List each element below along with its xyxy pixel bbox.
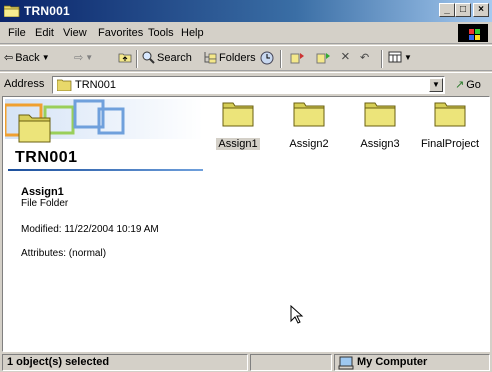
- folder-item-finalproject[interactable]: FinalProject: [415, 101, 485, 150]
- folder-icon: [434, 102, 466, 127]
- menu-tools[interactable]: Tools: [148, 27, 174, 39]
- modified-date: Modified: 11/22/2004 10:19 AM: [21, 224, 159, 235]
- folder-item-label: Assign3: [360, 138, 400, 150]
- folder-icon: [222, 102, 254, 127]
- selected-name: Assign1: [21, 186, 64, 198]
- status-zone-label: My Computer: [357, 356, 428, 368]
- address-value: TRN001: [75, 79, 116, 91]
- menu-view[interactable]: View: [63, 27, 87, 39]
- back-button[interactable]: ⇦ Back ▼: [4, 51, 50, 65]
- folders-button[interactable]: Folders: [203, 51, 256, 64]
- go-button[interactable]: ↗ Go: [455, 78, 481, 92]
- views-icon: [388, 51, 402, 63]
- menu-edit[interactable]: Edit: [35, 27, 54, 39]
- title-bar[interactable]: TRN001 _ □ ×: [0, 0, 492, 22]
- close-button[interactable]: ×: [473, 3, 489, 17]
- address-input[interactable]: TRN001 ▼: [52, 76, 445, 94]
- history-icon: [260, 51, 274, 65]
- back-arrow-icon: ⇦: [4, 52, 14, 64]
- back-label: Back: [15, 51, 40, 64]
- move-to-icon: [290, 53, 304, 64]
- go-label: Go: [466, 78, 481, 91]
- folder-item-label: Assign2: [289, 138, 329, 150]
- copy-to-button[interactable]: [316, 51, 332, 65]
- attributes-text: Attributes: (normal): [21, 248, 107, 259]
- folder-up-icon: [118, 53, 132, 63]
- my-computer-icon: [338, 356, 354, 370]
- undo-icon: ↶: [360, 52, 370, 64]
- toolbar-separator: [136, 50, 138, 68]
- folder-icon: [364, 102, 396, 127]
- folder-item-label: Assign1: [216, 138, 260, 150]
- folder-item-assign2[interactable]: Assign2: [274, 101, 344, 150]
- folder-icon: [4, 5, 20, 17]
- menu-bar: File Edit View Favorites Tools Help: [0, 22, 492, 44]
- search-icon: [142, 51, 155, 64]
- window-title: TRN001: [24, 4, 70, 18]
- views-button[interactable]: ▼: [388, 51, 412, 63]
- menu-favorites[interactable]: Favorites: [98, 27, 143, 39]
- folder-item-assign1[interactable]: Assign1: [203, 101, 273, 150]
- address-bar: Address TRN001 ▼ ↗ Go: [0, 72, 492, 96]
- status-bar: 1 object(s) selected My Computer: [0, 353, 492, 372]
- folders-label: Folders: [219, 51, 256, 64]
- folder-icon: [293, 102, 325, 127]
- copy-to-icon: [316, 53, 330, 64]
- up-button[interactable]: [118, 51, 132, 63]
- folders-tree-icon: [204, 52, 217, 64]
- search-button[interactable]: Search: [142, 51, 192, 64]
- go-arrow-icon: ↗: [455, 79, 465, 91]
- explorer-window: TRN001 _ □ × File Edit View Favorites To…: [0, 0, 492, 372]
- folder-heading: TRN001: [15, 149, 78, 166]
- menu-help[interactable]: Help: [181, 27, 204, 39]
- chevron-down-icon: ▼: [404, 52, 412, 62]
- toolbar-separator: [381, 50, 383, 68]
- chevron-down-icon: ▼: [432, 80, 440, 89]
- status-zone: My Computer: [334, 354, 490, 371]
- move-to-button[interactable]: [290, 51, 306, 65]
- forward-button[interactable]: ⇨ ▼: [74, 51, 93, 64]
- banner-divider: [8, 169, 203, 171]
- undo-button[interactable]: ↶: [360, 51, 369, 64]
- minimize-button[interactable]: _: [439, 3, 455, 17]
- address-label: Address: [4, 78, 45, 90]
- status-empty-panel: [250, 354, 332, 371]
- folder-item-label: FinalProject: [420, 138, 480, 150]
- delete-icon: ×: [341, 48, 350, 65]
- search-label: Search: [157, 51, 192, 64]
- folder-icon: [57, 79, 72, 91]
- forward-arrow-icon: ⇨: [74, 52, 84, 64]
- windows-logo-icon: [458, 24, 488, 42]
- folder-item-assign3[interactable]: Assign3: [345, 101, 415, 150]
- toolbar: ⇦ Back ▼ ⇨ ▼ Search Folders × ↶ ▼: [0, 45, 492, 71]
- mouse-cursor-icon: [290, 305, 304, 324]
- menu-file[interactable]: File: [8, 27, 26, 39]
- maximize-button[interactable]: □: [455, 3, 471, 17]
- chevron-down-icon: ▼: [41, 53, 50, 62]
- delete-button[interactable]: ×: [341, 48, 350, 65]
- selection-details: Assign1 File Folder Modified: 11/22/2004…: [21, 186, 159, 260]
- selected-type: File Folder: [21, 198, 69, 209]
- toolbar-separator: [280, 50, 282, 68]
- history-button[interactable]: [260, 51, 274, 65]
- chevron-down-icon: ▼: [85, 53, 94, 62]
- status-selection: 1 object(s) selected: [2, 354, 248, 371]
- address-dropdown-button[interactable]: ▼: [429, 78, 443, 92]
- folder-content[interactable]: TRN001 Assign1 File Folder Modified: 11/…: [2, 96, 490, 352]
